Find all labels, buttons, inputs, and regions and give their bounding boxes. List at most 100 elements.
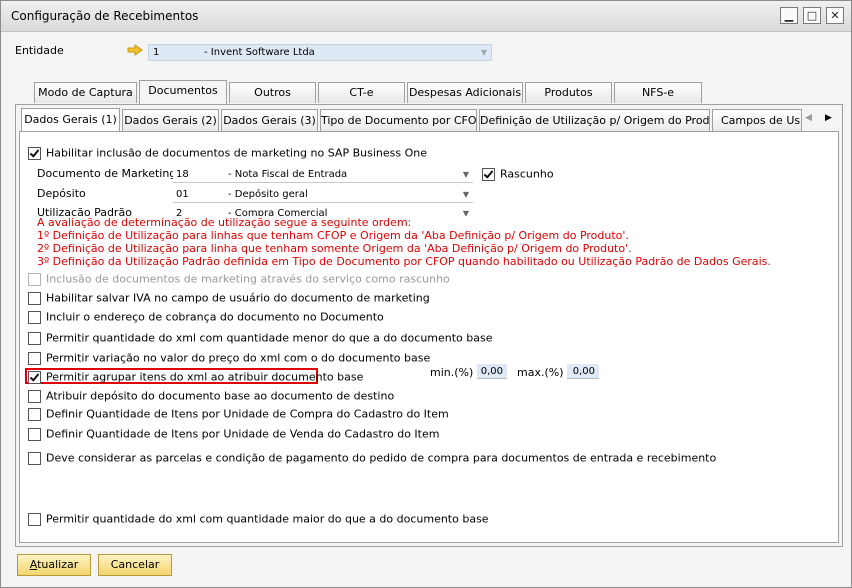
min-percent-label: min.(%): [430, 366, 474, 379]
link-arrow-icon[interactable]: [127, 44, 143, 56]
draft-label: Rascunho: [500, 167, 554, 181]
option-price-variation[interactable]: Permitir variação no valor do preço do x…: [28, 351, 430, 365]
option-qty-less-checkbox[interactable]: [28, 331, 41, 345]
entity-field[interactable]: 1 - Invent Software Ltda ▼: [148, 44, 492, 61]
option-billing-address-checkbox[interactable]: [28, 310, 41, 324]
option-qty-greater-label: Permitir quantidade do xml com quantidad…: [46, 512, 489, 526]
tab-despesas-adicionais[interactable]: Despesas Adicionais: [407, 82, 523, 103]
option-group-items[interactable]: Permitir agrupar itens do xml ao atribui…: [28, 370, 363, 384]
option-qty-less-label: Permitir quantidade do xml com quantidad…: [46, 331, 493, 345]
tab-outros[interactable]: Outros: [229, 82, 316, 103]
option-installments[interactable]: Deve considerar as parcelas e condição d…: [28, 451, 716, 465]
title-bar: Configuração de Recebimentos ▁ □ ✕: [1, 1, 851, 32]
chevron-down-icon: ▼: [462, 190, 469, 199]
option-price-variation-label: Permitir variação no valor do preço do x…: [46, 351, 431, 365]
marketing-doc-select[interactable]: 18 - Nota Fiscal de Entrada ▼: [173, 167, 473, 183]
subtab-dados-gerais-1[interactable]: Dados Gerais (1): [21, 108, 120, 132]
entity-label: Entidade: [15, 44, 64, 57]
option-price-variation-checkbox[interactable]: [28, 351, 41, 365]
deposit-label: Depósito: [37, 187, 86, 200]
subtab-next-icon[interactable]: ▶: [825, 113, 832, 123]
option-installments-label: Deve considerar as parcelas e condição d…: [46, 451, 717, 465]
option-purchase-unit[interactable]: Definir Quantidade de Itens por Unidade …: [28, 407, 449, 421]
option-sales-unit[interactable]: Definir Quantidade de Itens por Unidade …: [28, 427, 439, 441]
note-third: 3º Definição da Utilização Padrão defini…: [37, 255, 771, 268]
subtab-dados-gerais-2[interactable]: Dados Gerais (2): [122, 109, 219, 131]
usage-row: Utilização Padrão 2 - Compra Comercial ▼: [31, 203, 481, 216]
option-billing-address[interactable]: Incluir o endereço de cobrança do docume…: [28, 310, 384, 324]
enable-marketing-checkbox[interactable]: [28, 146, 41, 160]
usage-select[interactable]: 2 - Compra Comercial ▼: [173, 206, 473, 216]
maximize-button[interactable]: □: [803, 7, 821, 24]
window: Configuração de Recebimentos ▁ □ ✕ Entid…: [0, 0, 852, 588]
marketing-doc-value: - Nota Fiscal de Entrada: [228, 169, 348, 180]
chevron-down-icon: ▼: [462, 209, 469, 216]
option-draft-service-label: Inclusão de documentos de marketing atra…: [46, 272, 450, 286]
marketing-doc-code: 18: [176, 169, 189, 180]
usage-label: Utilização Padrão: [37, 206, 132, 216]
option-assign-deposit-label: Atribuir depósito do documento base ao d…: [46, 389, 395, 403]
close-icon: ✕: [830, 9, 840, 22]
option-qty-greater-checkbox[interactable]: [28, 512, 41, 526]
window-title: Configuração de Recebimentos: [11, 9, 199, 23]
cancel-button-label: Cancelar: [110, 558, 160, 571]
option-purchase-unit-checkbox[interactable]: [28, 407, 41, 421]
entity-name: - Invent Software Ltda: [204, 47, 315, 58]
marketing-doc-label: Documento de Marketing: [37, 167, 177, 180]
note-second: 2º Definição de Utilização para linha qu…: [37, 242, 632, 255]
subtab-definicao-utilizacao[interactable]: Definição de Utilização p/ Origem do Pro…: [479, 109, 710, 131]
enable-marketing-option[interactable]: Habilitar inclusão de documentos de mark…: [28, 146, 427, 160]
option-assign-deposit[interactable]: Atribuir depósito do documento base ao d…: [28, 389, 394, 403]
cancel-button[interactable]: Cancelar: [98, 554, 172, 576]
close-button[interactable]: ✕: [826, 7, 844, 24]
minimize-button[interactable]: ▁: [780, 7, 798, 24]
subtab-prev-icon[interactable]: ◀: [805, 113, 812, 123]
draft-checkbox[interactable]: [482, 167, 495, 181]
note-first: 1º Definição de Utilização para linhas q…: [37, 229, 629, 242]
option-draft-service[interactable]: Inclusão de documentos de marketing atra…: [28, 272, 450, 286]
option-qty-less[interactable]: Permitir quantidade do xml com quantidad…: [28, 331, 493, 345]
usage-value: - Compra Comercial: [228, 208, 328, 216]
update-button[interactable]: Atualizar: [17, 554, 91, 576]
entity-code: 1: [153, 47, 160, 58]
option-assign-deposit-checkbox[interactable]: [28, 389, 41, 403]
subtab-dados-gerais-3[interactable]: Dados Gerais (3): [221, 109, 318, 131]
option-sales-unit-label: Definir Quantidade de Itens por Unidade …: [46, 427, 440, 441]
option-billing-address-label: Incluir o endereço de cobrança do docume…: [46, 310, 384, 324]
note-intro: A avaliação de determinação de utilizaçã…: [37, 216, 412, 229]
deposit-select[interactable]: 01 - Depósito geral ▼: [173, 187, 473, 203]
dropdown-arrow-icon: ▼: [480, 48, 487, 57]
enable-marketing-label: Habilitar inclusão de documentos de mark…: [46, 146, 427, 160]
update-button-mnemonic: A: [29, 558, 38, 571]
subtab-campos-usuario[interactable]: Campos de Usuário: [712, 109, 802, 131]
option-draft-service-checkbox[interactable]: [28, 272, 41, 286]
option-save-iva[interactable]: Habilitar salvar IVA no campo de usuário…: [28, 291, 430, 305]
max-percent-input[interactable]: 0,00: [567, 364, 599, 379]
option-save-iva-label: Habilitar salvar IVA no campo de usuário…: [46, 291, 430, 305]
max-percent-value: 0,00: [572, 366, 595, 377]
option-group-items-label: Permitir agrupar itens do xml ao atribui…: [46, 370, 364, 384]
tab-documentos[interactable]: Documentos: [139, 80, 227, 104]
option-group-items-checkbox[interactable]: [28, 370, 41, 384]
option-sales-unit-checkbox[interactable]: [28, 427, 41, 441]
max-percent-label: max.(%): [517, 366, 564, 379]
tab-modo-captura[interactable]: Modo de Captura: [34, 82, 137, 103]
option-qty-greater[interactable]: Permitir quantidade do xml com quantidad…: [28, 512, 489, 526]
min-percent-value: 0,00: [480, 366, 503, 377]
update-button-label: tualizar: [37, 558, 79, 571]
chevron-down-icon: ▼: [462, 170, 469, 179]
option-installments-checkbox[interactable]: [28, 451, 41, 465]
tab-cte[interactable]: CT-e: [318, 82, 405, 103]
draft-option[interactable]: Rascunho: [482, 167, 554, 181]
subtab-tipo-documento-cfop[interactable]: Tipo de Documento por CFOP: [320, 109, 477, 131]
deposit-code: 01: [176, 189, 189, 200]
option-purchase-unit-label: Definir Quantidade de Itens por Unidade …: [46, 407, 449, 421]
deposit-value: - Depósito geral: [228, 189, 308, 200]
maximize-icon: □: [806, 9, 818, 22]
usage-code: 2: [176, 208, 183, 216]
tab-produtos[interactable]: Produtos: [525, 82, 612, 103]
minimize-icon: ▁: [784, 9, 794, 22]
tab-nfse[interactable]: NFS-e: [614, 82, 702, 103]
option-save-iva-checkbox[interactable]: [28, 291, 41, 305]
min-percent-input[interactable]: 0,00: [477, 364, 507, 379]
